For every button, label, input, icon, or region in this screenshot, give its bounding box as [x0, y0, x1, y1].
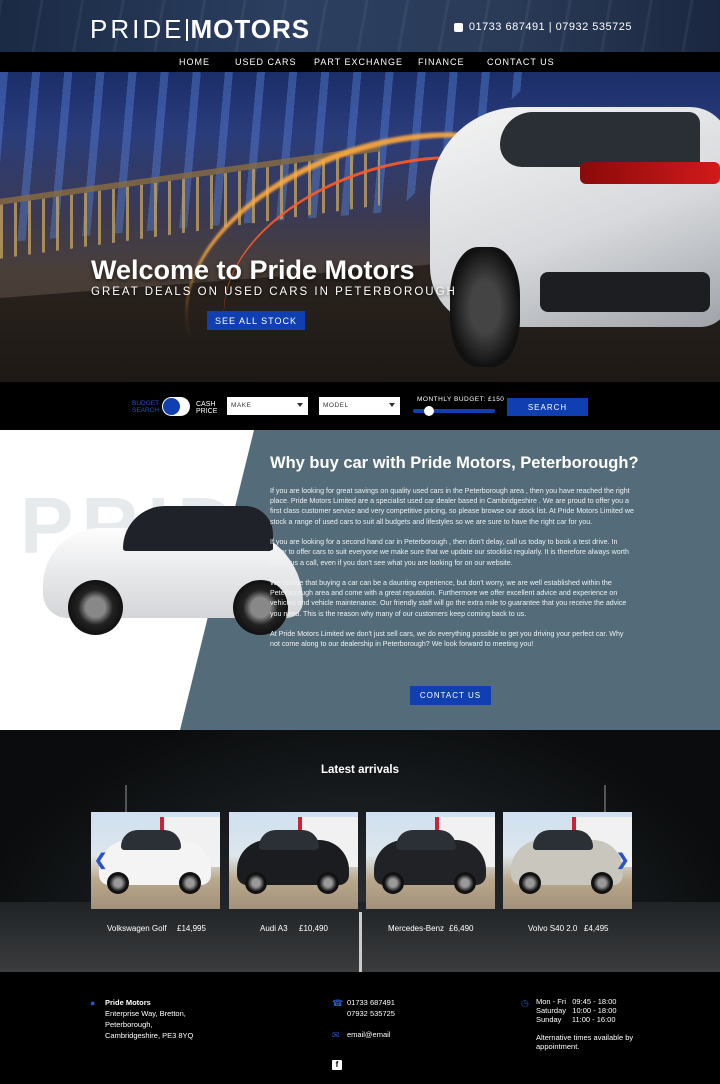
why-paragraph: If you are looking for a second hand car…: [270, 538, 629, 567]
carousel-prev-icon[interactable]: ❮: [94, 850, 107, 870]
make-select[interactable]: MAKE: [227, 397, 308, 415]
car-price: £6,490: [449, 924, 474, 933]
car-name[interactable]: Volkswagen Golf: [107, 924, 167, 933]
why-buy-section: PRIDE Why buy car with Pride Motors, Pet…: [0, 430, 720, 730]
search-button[interactable]: SEARCH: [507, 398, 588, 416]
slider-thumb[interactable]: [424, 406, 435, 416]
car-card-2[interactable]: [366, 812, 495, 909]
footer-address: Pride Motors Enterprise Way, Bretton, Pe…: [105, 998, 194, 1040]
header-phone-text: 01733 687491 | 07932 535725: [468, 21, 632, 33]
price-mode-toggle[interactable]: [162, 397, 190, 416]
footer-email[interactable]: email@email: [347, 1029, 390, 1040]
hero-subtitle: GREAT DEALS ON USED CARS IN PETERBOROUGH: [91, 286, 457, 298]
header-bar: PRIDE MOTORS 01733 687491 | 07932 535725: [0, 0, 720, 52]
footer-hours: Mon - Fri 09:45 - 18:00 Saturday 10:00 -…: [536, 997, 617, 1024]
nav-contact-us[interactable]: CONTACT US: [487, 52, 555, 72]
email-icon: ✉: [332, 1030, 340, 1040]
car-name[interactable]: Volvo S40 2.0: [528, 924, 577, 933]
chevron-down-icon: [297, 403, 303, 407]
hero-title: Welcome to Pride Motors: [91, 255, 415, 285]
hero-banner: Welcome to Pride Motors GREAT DEALS ON U…: [0, 72, 720, 382]
white-car-image: [38, 498, 308, 638]
car-price: £14,995: [177, 924, 206, 933]
car-card-0[interactable]: [91, 812, 220, 909]
contact-us-button[interactable]: CONTACT US: [410, 686, 491, 705]
latest-arrivals-section: Latest arrivals ❮ ❯ Volkswagen Golf £14,…: [0, 730, 720, 972]
search-bar: BUDGET SEARCH CASH PRICE MAKE MODEL MONT…: [0, 382, 720, 430]
car-price: £10,490: [299, 924, 328, 933]
phone-icon: [453, 22, 463, 32]
clock-icon: ◷: [521, 998, 529, 1008]
cash-price-label[interactable]: CASH PRICE: [196, 401, 217, 415]
nav-used-cars[interactable]: USED CARS: [235, 52, 297, 72]
hero-car-image: [430, 82, 720, 372]
logo-text-motors: MOTORS: [190, 14, 311, 44]
car-card-3[interactable]: [503, 812, 632, 909]
footer-phones[interactable]: 01733 687491 07932 535725: [347, 997, 395, 1019]
main-nav: HOME USED CARS PART EXCHANGE FINANCE CON…: [0, 52, 720, 72]
why-paragraph: If you are looking for great savings on …: [270, 487, 634, 526]
why-paragraph: We realise that buying a car can be a da…: [270, 579, 627, 618]
car-card-1[interactable]: [229, 812, 358, 909]
monthly-budget-slider[interactable]: [413, 406, 495, 416]
why-body: If you are looking for great savings on …: [270, 486, 635, 660]
why-title: Why buy car with Pride Motors, Peterboro…: [270, 454, 639, 472]
budget-search-label[interactable]: BUDGET SEARCH: [132, 400, 159, 414]
car-price: £4,495: [584, 924, 609, 933]
footer-alt-times: Alternative times available by appointme…: [536, 1033, 634, 1051]
logo[interactable]: PRIDE MOTORS: [90, 14, 310, 45]
lane-marking: [359, 912, 362, 972]
map-pin-icon: ●: [90, 998, 96, 1008]
footer: ● Pride Motors Enterprise Way, Bretton, …: [0, 972, 720, 1084]
nav-home[interactable]: HOME: [179, 52, 210, 72]
car-name[interactable]: Mercedes-Benz: [388, 924, 444, 933]
monthly-budget-label: MONTHLY BUDGET: £150: [417, 396, 505, 403]
see-all-stock-button[interactable]: SEE ALL STOCK: [207, 311, 305, 330]
header-phone[interactable]: 01733 687491 | 07932 535725: [453, 21, 632, 33]
facebook-icon[interactable]: f: [332, 1060, 342, 1070]
carousel-next-icon[interactable]: ❯: [616, 850, 629, 870]
phone-icon: ☎: [332, 998, 344, 1008]
why-paragraph: At Pride Motors Limited we don't just se…: [270, 630, 624, 649]
nav-finance[interactable]: FINANCE: [418, 52, 465, 72]
model-select[interactable]: MODEL: [319, 397, 400, 415]
toggle-knob: [163, 398, 180, 415]
nav-part-exchange[interactable]: PART EXCHANGE: [314, 52, 403, 72]
logo-text-pride: PRIDE: [90, 14, 185, 44]
latest-arrivals-title: Latest arrivals: [321, 764, 399, 776]
logo-divider: [186, 19, 189, 41]
chevron-down-icon: [389, 403, 395, 407]
car-name[interactable]: Audi A3: [260, 924, 288, 933]
